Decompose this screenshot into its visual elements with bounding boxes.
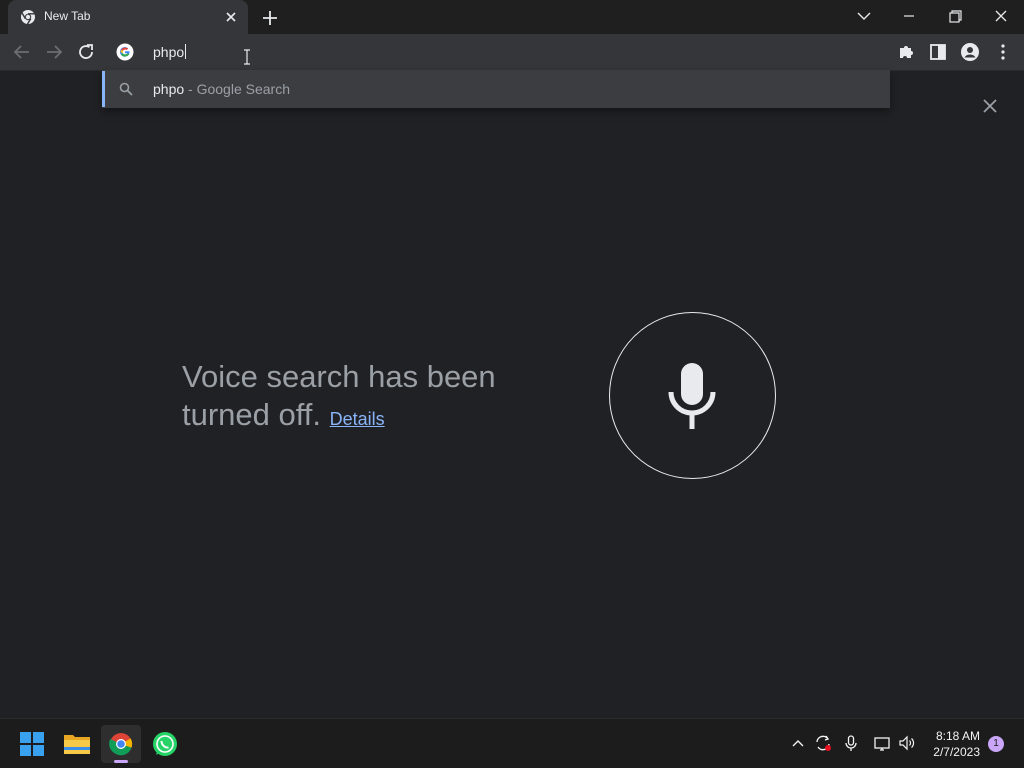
suggestion-text: phpo - Google Search xyxy=(153,81,290,97)
microphone-tray-icon[interactable] xyxy=(841,733,861,753)
voice-search-message: Voice search has been turned off. Detail… xyxy=(182,358,582,438)
address-input[interactable]: phpo xyxy=(153,43,187,61)
tab-search-chevron-icon[interactable] xyxy=(848,4,880,28)
tab-title: New Tab xyxy=(44,9,91,23)
reload-icon[interactable] xyxy=(74,40,98,64)
show-hidden-icons-chevron-icon[interactable] xyxy=(788,733,808,753)
forward-arrow-icon[interactable] xyxy=(42,40,66,64)
start-icon[interactable] xyxy=(12,725,52,763)
chrome-icon[interactable] xyxy=(101,725,141,763)
close-window-icon[interactable] xyxy=(985,4,1017,28)
text-cursor-icon xyxy=(242,49,252,65)
restore-icon[interactable] xyxy=(939,4,971,28)
clock-time[interactable]: 8:18 AM xyxy=(930,729,980,743)
suggestion-suffix: - Google Search xyxy=(184,81,290,97)
profile-avatar-icon[interactable] xyxy=(960,42,980,62)
active-app-indicator xyxy=(114,760,128,763)
chrome-icon xyxy=(20,9,36,25)
whatsapp-icon[interactable] xyxy=(145,725,185,763)
extensions-puzzle-icon[interactable] xyxy=(896,42,916,62)
file-explorer-icon[interactable] xyxy=(57,725,97,763)
menu-kebab-icon[interactable] xyxy=(993,42,1013,62)
back-arrow-icon[interactable] xyxy=(10,40,34,64)
suggestion-query: phpo xyxy=(153,81,185,97)
omnibox[interactable] xyxy=(102,35,890,70)
minimize-icon[interactable] xyxy=(893,4,925,28)
volume-icon[interactable] xyxy=(897,733,917,753)
notification-badge[interactable]: 1 xyxy=(988,736,1004,752)
new-tab-plus-icon[interactable] xyxy=(260,8,280,28)
search-icon xyxy=(119,82,133,96)
suggestion-selected-indicator xyxy=(102,71,105,107)
details-link[interactable]: Details xyxy=(330,409,385,429)
address-input-text: phpo xyxy=(153,44,185,60)
sync-icon[interactable] xyxy=(813,733,833,753)
network-icon[interactable] xyxy=(872,733,892,753)
voice-close-icon[interactable] xyxy=(980,96,1000,116)
tab-new-tab[interactable]: New Tab xyxy=(8,0,248,34)
text-caret xyxy=(185,44,187,59)
clock-date[interactable]: 2/7/2023 xyxy=(930,745,980,759)
side-panel-icon[interactable] xyxy=(928,42,948,62)
microphone-icon xyxy=(667,362,717,432)
google-g-icon xyxy=(116,43,134,61)
tab-close-icon[interactable] xyxy=(223,9,239,25)
